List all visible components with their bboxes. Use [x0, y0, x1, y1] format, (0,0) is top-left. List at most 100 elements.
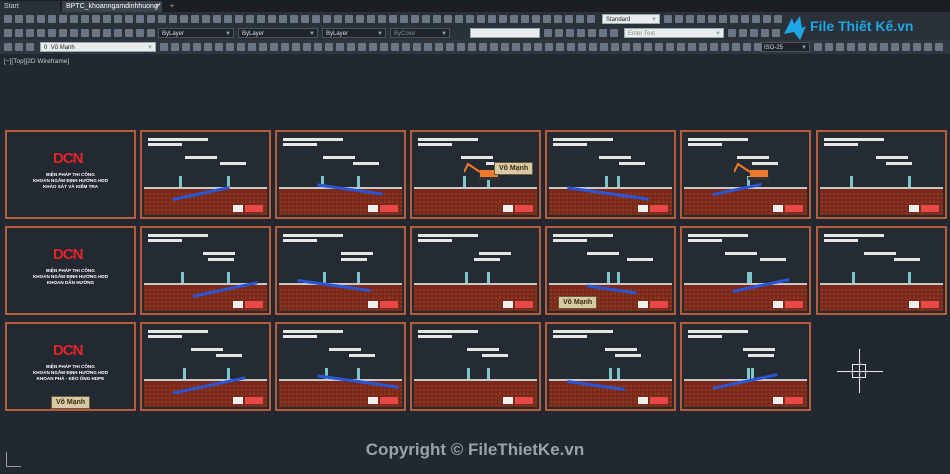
toolbar-tool-icon[interactable]: [902, 43, 910, 51]
toolbar-tool-icon[interactable]: [534, 43, 542, 51]
toolbar-tool-icon[interactable]: [378, 15, 386, 23]
toolbar-tool-icon[interactable]: [103, 15, 111, 23]
blank-combo[interactable]: [470, 28, 540, 38]
lineweight-combo[interactable]: ByLayer ▼: [322, 28, 386, 38]
tab-start[interactable]: Start: [0, 1, 60, 12]
toolbar-tool-icon[interactable]: [411, 15, 419, 23]
toolbar-tool-icon[interactable]: [510, 15, 518, 23]
viewport-label[interactable]: [−][Top][2D Wireframe]: [4, 58, 69, 65]
title-sheet-pilot[interactable]: DCN BIỆN PHÁP THI CÔNG KHOAN NGẦM ĐỊNH H…: [5, 226, 136, 315]
toolbar-tool-icon[interactable]: [26, 43, 34, 51]
toolbar-tool-icon[interactable]: [688, 43, 696, 51]
toolbar-tool-icon[interactable]: [512, 43, 520, 51]
toolbar-tool-icon[interactable]: [235, 15, 243, 23]
dimstyle-combo[interactable]: ISO-25 ▼: [760, 42, 810, 52]
construction-sheet[interactable]: [140, 322, 271, 411]
layer-combo[interactable]: 0 Võ Mạnh ▼: [40, 42, 156, 52]
toolbar-tool-icon[interactable]: [81, 15, 89, 23]
plotstyle-combo[interactable]: ByColor ▼: [390, 28, 450, 38]
toolbar-tool-icon[interactable]: [4, 15, 12, 23]
toolbar-tool-icon[interactable]: [599, 29, 607, 37]
toolbar-tool-icon[interactable]: [444, 15, 452, 23]
toolbar-tool-icon[interactable]: [202, 15, 210, 23]
toolbar-tool-icon[interactable]: [358, 43, 366, 51]
toolbar-tool-icon[interactable]: [880, 43, 888, 51]
toolbar-tool-icon[interactable]: [588, 29, 596, 37]
toolbar-tool-icon[interactable]: [191, 15, 199, 23]
toolbar-tool-icon[interactable]: [314, 43, 322, 51]
toolbar-tool-icon[interactable]: [180, 15, 188, 23]
toolbar-tool-icon[interactable]: [59, 29, 67, 37]
toolbar-tool-icon[interactable]: [147, 29, 155, 37]
new-tab-button[interactable]: +: [166, 1, 180, 12]
toolbar-tool-icon[interactable]: [259, 43, 267, 51]
toolbar-tool-icon[interactable]: [532, 15, 540, 23]
toolbar-tool-icon[interactable]: [675, 15, 683, 23]
toolbar-tool-icon[interactable]: [323, 15, 331, 23]
toolbar-tool-icon[interactable]: [644, 43, 652, 51]
construction-sheet[interactable]: [410, 322, 541, 411]
toolbar-tool-icon[interactable]: [290, 15, 298, 23]
construction-sheet[interactable]: [680, 226, 811, 315]
toolbar-tool-icon[interactable]: [578, 43, 586, 51]
toolbar-tool-icon[interactable]: [158, 15, 166, 23]
toolbar-tool-icon[interactable]: [226, 43, 234, 51]
construction-sheet[interactable]: [545, 130, 676, 219]
toolbar-tool-icon[interactable]: [567, 43, 575, 51]
toolbar-tool-icon[interactable]: [477, 15, 485, 23]
construction-sheet[interactable]: [275, 130, 406, 219]
toolbar-tool-icon[interactable]: [730, 15, 738, 23]
toolbar-tool-icon[interactable]: [160, 43, 168, 51]
toolbar-tool-icon[interactable]: [26, 29, 34, 37]
toolbar-tool-icon[interactable]: [15, 29, 23, 37]
toolbar-tool-icon[interactable]: [677, 43, 685, 51]
toolbar-tool-icon[interactable]: [292, 43, 300, 51]
toolbar-tool-icon[interactable]: [435, 43, 443, 51]
toolbar-tool-icon[interactable]: [763, 15, 771, 23]
toolbar-tool-icon[interactable]: [26, 15, 34, 23]
toolbar-tool-icon[interactable]: [389, 15, 397, 23]
toolbar-tool-icon[interactable]: [924, 43, 932, 51]
toolbar-tool-icon[interactable]: [136, 29, 144, 37]
toolbar-tool-icon[interactable]: [312, 15, 320, 23]
toolbar-tool-icon[interactable]: [499, 15, 507, 23]
toolbar-tool-icon[interactable]: [686, 15, 694, 23]
search-input[interactable]: Enter Text ▼: [624, 28, 724, 38]
toolbar-tool-icon[interactable]: [270, 43, 278, 51]
toolbar-tool-icon[interactable]: [224, 15, 232, 23]
toolbar-tool-icon[interactable]: [556, 43, 564, 51]
toolbar-tool-icon[interactable]: [147, 15, 155, 23]
toolbar-tool-icon[interactable]: [182, 43, 190, 51]
toolbar-tool-icon[interactable]: [555, 29, 563, 37]
toolbar-tool-icon[interactable]: [611, 43, 619, 51]
toolbar-tool-icon[interactable]: [59, 15, 67, 23]
toolbar-tool-icon[interactable]: [814, 43, 822, 51]
construction-sheet[interactable]: [140, 130, 271, 219]
toolbar-tool-icon[interactable]: [739, 29, 747, 37]
toolbar-tool-icon[interactable]: [719, 15, 727, 23]
construction-sheet[interactable]: [545, 322, 676, 411]
text-style-combo[interactable]: Standard ▼: [602, 14, 660, 24]
toolbar-tool-icon[interactable]: [424, 43, 432, 51]
toolbar-tool-icon[interactable]: [523, 43, 531, 51]
toolbar-tool-icon[interactable]: [490, 43, 498, 51]
toolbar-tool-icon[interactable]: [114, 29, 122, 37]
toolbar-tool-icon[interactable]: [125, 15, 133, 23]
toolbar-tool-icon[interactable]: [501, 43, 509, 51]
toolbar-tool-icon[interactable]: [587, 15, 595, 23]
toolbar-tool-icon[interactable]: [655, 43, 663, 51]
toolbar-tool-icon[interactable]: [334, 15, 342, 23]
toolbar-tool-icon[interactable]: [576, 15, 584, 23]
toolbar-tool-icon[interactable]: [413, 43, 421, 51]
toolbar-tool-icon[interactable]: [610, 29, 618, 37]
toolbar-tool-icon[interactable]: [391, 43, 399, 51]
toolbar-tool-icon[interactable]: [622, 43, 630, 51]
construction-sheet[interactable]: [816, 226, 947, 315]
toolbar-tool-icon[interactable]: [710, 43, 718, 51]
toolbar-tool-icon[interactable]: [488, 15, 496, 23]
toolbar-tool-icon[interactable]: [103, 29, 111, 37]
toolbar-tool-icon[interactable]: [248, 43, 256, 51]
toolbar-tool-icon[interactable]: [589, 43, 597, 51]
toolbar-tool-icon[interactable]: [237, 43, 245, 51]
toolbar-tool-icon[interactable]: [479, 43, 487, 51]
